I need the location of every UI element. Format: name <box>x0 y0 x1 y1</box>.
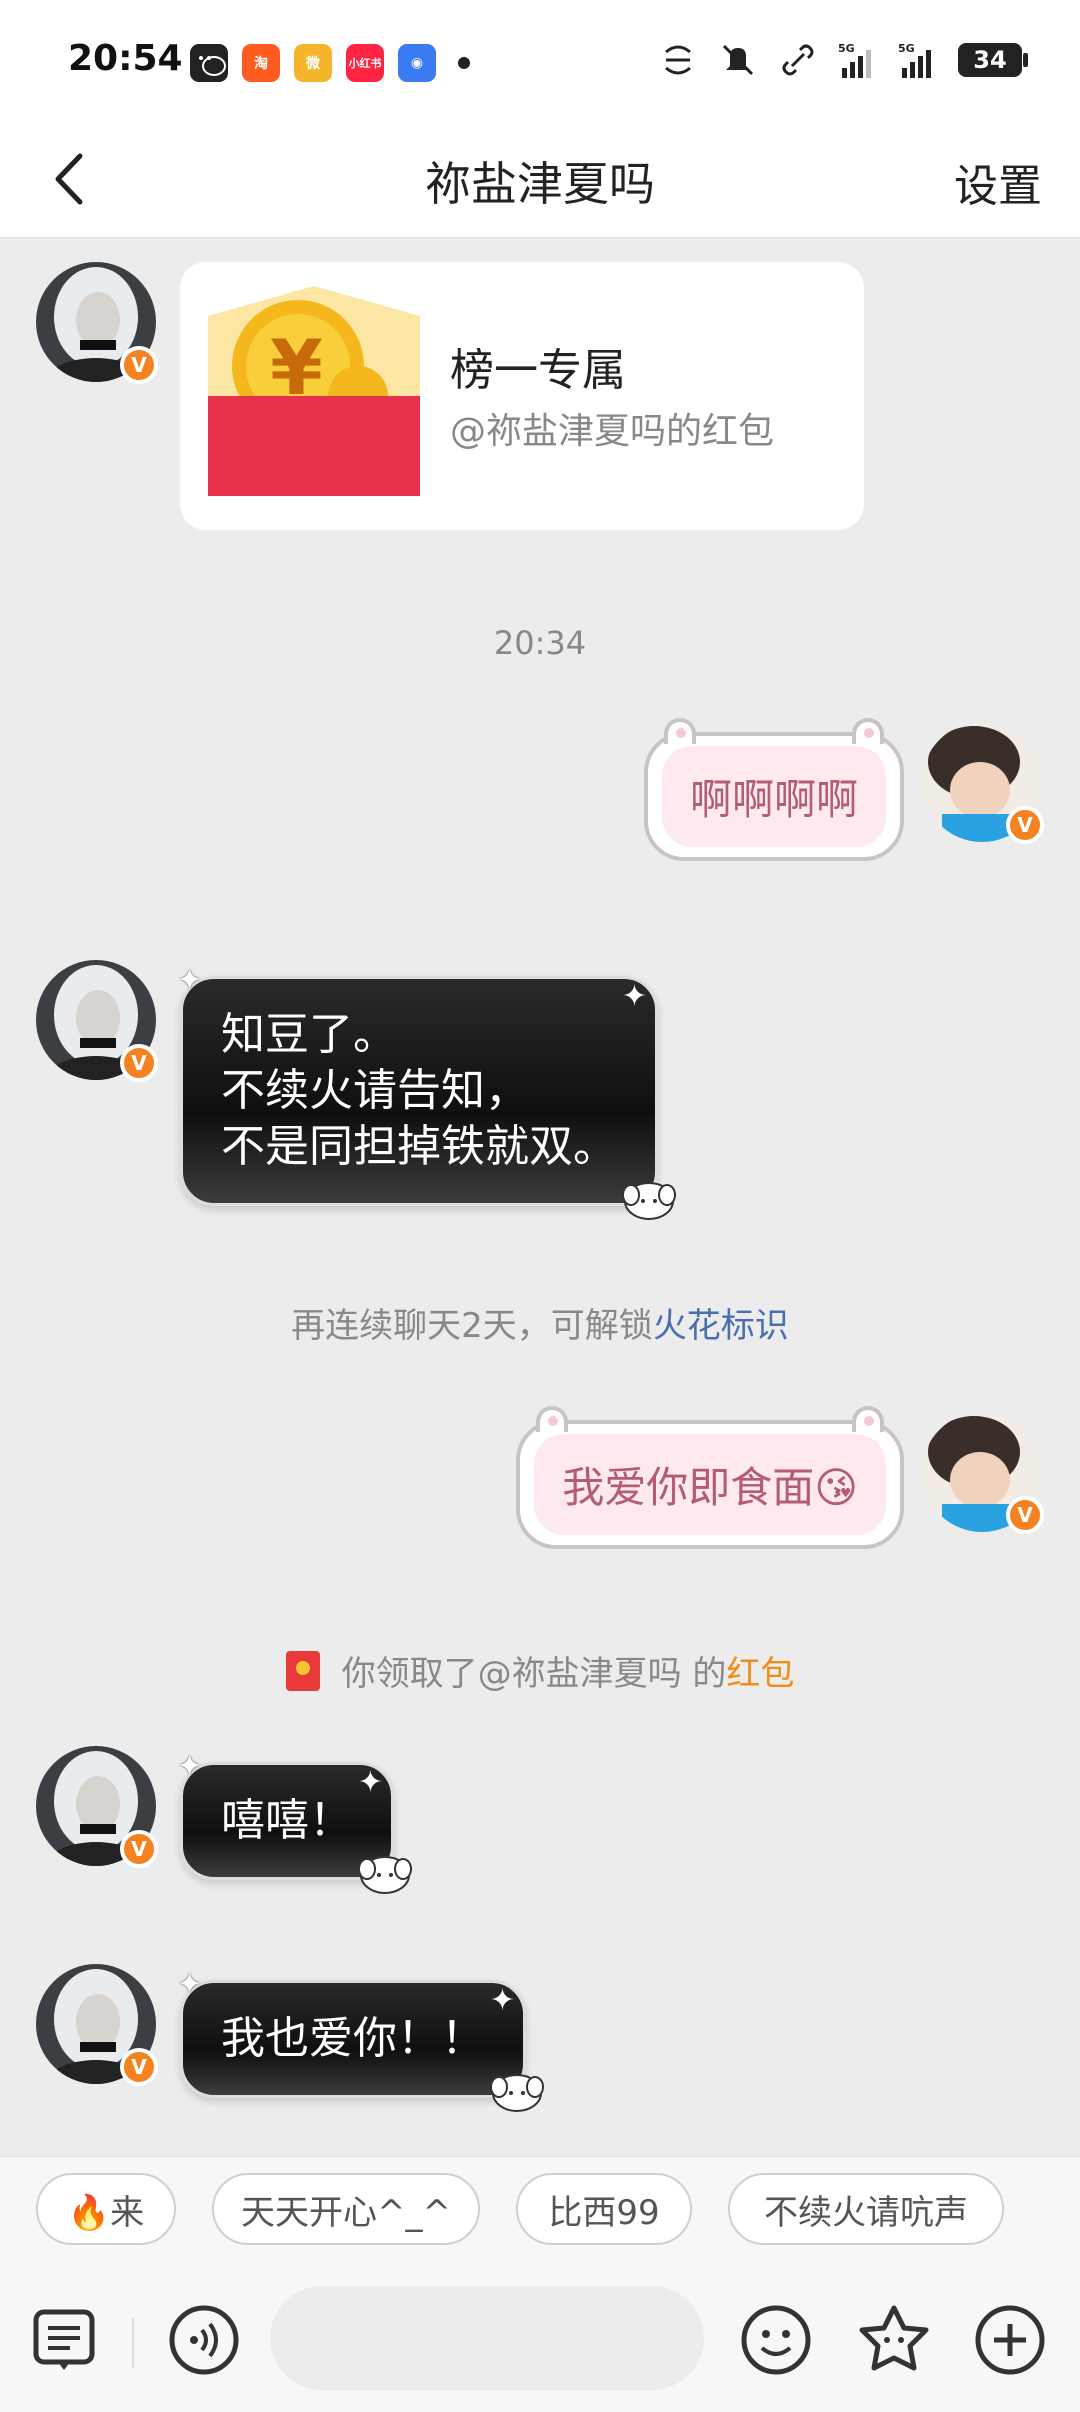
chat-messages[interactable]: V ¥ 榜一专属 @祢盐津夏吗的红包 20:34 啊啊啊啊 V V 知豆了。 不… <box>0 238 1080 2156</box>
sent-message-bubble[interactable]: 啊啊啊啊 <box>643 718 904 861</box>
system-notice-text: 再连续聊天2天，可解锁 <box>291 1306 653 1346</box>
sparkle-icon: ✦ <box>489 1983 515 2018</box>
wechat-icon <box>190 44 228 82</box>
puppy-icon <box>358 1856 412 1894</box>
time-separator: 20:34 <box>493 624 587 662</box>
chat-header: 祢盐津夏吗 设置 <box>0 118 1080 238</box>
red-packet-icon: ¥ <box>208 286 420 496</box>
avatar[interactable]: V <box>36 262 158 384</box>
my-avatar[interactable]: V <box>922 1412 1044 1534</box>
puppy-icon <box>490 2074 544 2112</box>
quick-reply-bar: 🔥来 天天开心^_^ 比西99 不续火请吭声 <box>0 2156 1080 2274</box>
bubble-ear <box>852 1406 884 1432</box>
bubble-ear <box>536 1406 569 1432</box>
notification-dot-icon <box>458 57 470 69</box>
app-icon: ◉ <box>398 44 436 82</box>
verified-badge-icon: V <box>120 2048 158 2086</box>
sparkle-icon: ✦ <box>621 979 647 1014</box>
svg-text:5G: 5G <box>898 42 915 55</box>
message-text: 嘻嘻！ <box>221 1795 353 1846</box>
verified-badge-icon: V <box>120 1044 158 1082</box>
chat-title: 祢盐津夏吗 <box>425 157 655 211</box>
mute-icon <box>722 44 754 76</box>
quick-reply-chip[interactable]: 🔥来 <box>36 2173 176 2245</box>
battery-icon: 34 <box>958 43 1028 77</box>
status-indicators: 5G 5G 34 <box>658 40 1028 80</box>
verified-badge-icon: V <box>1006 1496 1044 1534</box>
sparkle-icon: ✦ <box>177 1749 203 1784</box>
nfc-icon <box>665 45 691 75</box>
avatar[interactable]: V <box>36 1746 158 1868</box>
red-packet-icon <box>285 1651 320 1691</box>
message-text: 我也爱你！！ <box>221 2013 485 2064</box>
divider <box>132 2318 134 2368</box>
sparkle-icon: ✦ <box>177 963 203 998</box>
message-line: 不是同担掉铁就双。 <box>221 1121 617 1172</box>
spark-badge-link[interactable]: 火花标识 <box>653 1306 789 1346</box>
verified-badge-icon: V <box>1006 806 1044 844</box>
sparkle-icon: ✦ <box>357 1765 383 1800</box>
received-message-bubble[interactable]: 我也爱你！！ ✦ ✦ <box>177 1967 544 2112</box>
avatar[interactable]: V <box>36 1964 158 2086</box>
avatar[interactable]: V <box>36 960 158 1082</box>
received-message-bubble[interactable]: 知豆了。 不续火请告知， 不是同担掉铁就双。 ✦ ✦ <box>177 963 676 1220</box>
verified-badge-icon: V <box>120 346 158 384</box>
bubble-ear <box>852 718 884 744</box>
plus-icon[interactable] <box>970 2300 1050 2380</box>
sparkle-icon: ✦ <box>177 1967 203 2002</box>
received-message-bubble[interactable]: 嘻嘻！ ✦ ✦ <box>177 1749 412 1894</box>
menu-icon[interactable] <box>26 2300 106 2380</box>
status-app-icons: 淘 微 小红书 ◉ <box>190 44 470 82</box>
sticker-icon[interactable] <box>854 2300 934 2380</box>
emoji-icon[interactable] <box>736 2300 816 2380</box>
puppy-icon <box>622 1182 676 1220</box>
red-packet-link[interactable]: 红包 <box>726 1654 794 1694</box>
weibo-icon: 微 <box>294 44 332 82</box>
quick-reply-chip[interactable]: 比西99 <box>516 2173 692 2245</box>
message-line: 知豆了。 <box>221 1009 397 1060</box>
signal-icon: 5G <box>838 42 871 78</box>
status-time: 20:54 <box>68 38 183 79</box>
system-notice-text: 你领取了@祢盐津夏吗 的 <box>341 1654 727 1694</box>
link-icon <box>782 44 814 76</box>
system-notice: 再连续聊天2天，可解锁火花标识 <box>0 1298 1080 1347</box>
my-avatar[interactable]: V <box>922 722 1044 844</box>
taobao-icon: 淘 <box>242 44 280 82</box>
status-bar: 20:54 淘 微 小红书 ◉ 5G 5G 34 <box>0 0 1080 118</box>
message-text: 啊啊啊啊 <box>661 746 886 847</box>
quick-reply-chip[interactable]: 天天开心^_^ <box>212 2173 480 2245</box>
svg-text:5G: 5G <box>838 42 855 55</box>
sent-message-bubble[interactable]: 我爱你即食面😘 <box>516 1406 904 1549</box>
quick-reply-chip[interactable]: 不续火请吭声 <box>728 2173 1004 2245</box>
message-line: 不续火请告知， <box>221 1065 529 1116</box>
message-input[interactable] <box>270 2286 704 2390</box>
verified-badge-icon: V <box>120 1830 158 1868</box>
bubble-ear <box>663 718 696 744</box>
red-packet-title: 榜一专属 <box>450 345 626 396</box>
red-packet-card[interactable]: ¥ 榜一专属 @祢盐津夏吗的红包 <box>180 262 864 530</box>
voice-icon[interactable] <box>164 2300 244 2380</box>
system-notice: 你领取了@祢盐津夏吗 的红包 <box>0 1646 1080 1695</box>
settings-button[interactable]: 设置 <box>954 150 1042 214</box>
red-packet-subtitle: @祢盐津夏吗的红包 <box>450 411 775 452</box>
xiaohongshu-icon: 小红书 <box>346 44 384 82</box>
input-bar <box>0 2274 1080 2412</box>
signal-icon-2: 5G <box>898 42 931 78</box>
message-text: 我爱你即食面😘 <box>534 1434 886 1535</box>
